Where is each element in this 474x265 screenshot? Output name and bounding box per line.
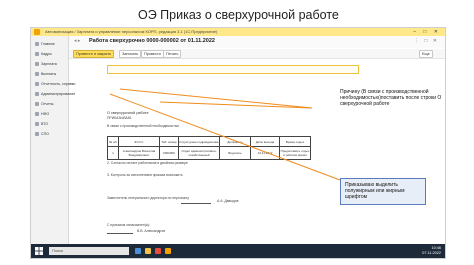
reason-callout: Причину (В связи с производственной необ… [340, 89, 442, 108]
bold-callout: Приказываю выделить полужирным или жирны… [340, 178, 426, 205]
arrow-to-reason [159, 101, 313, 109]
arrow-to-heading [119, 88, 313, 109]
annotation-arrows [109, 88, 341, 181]
